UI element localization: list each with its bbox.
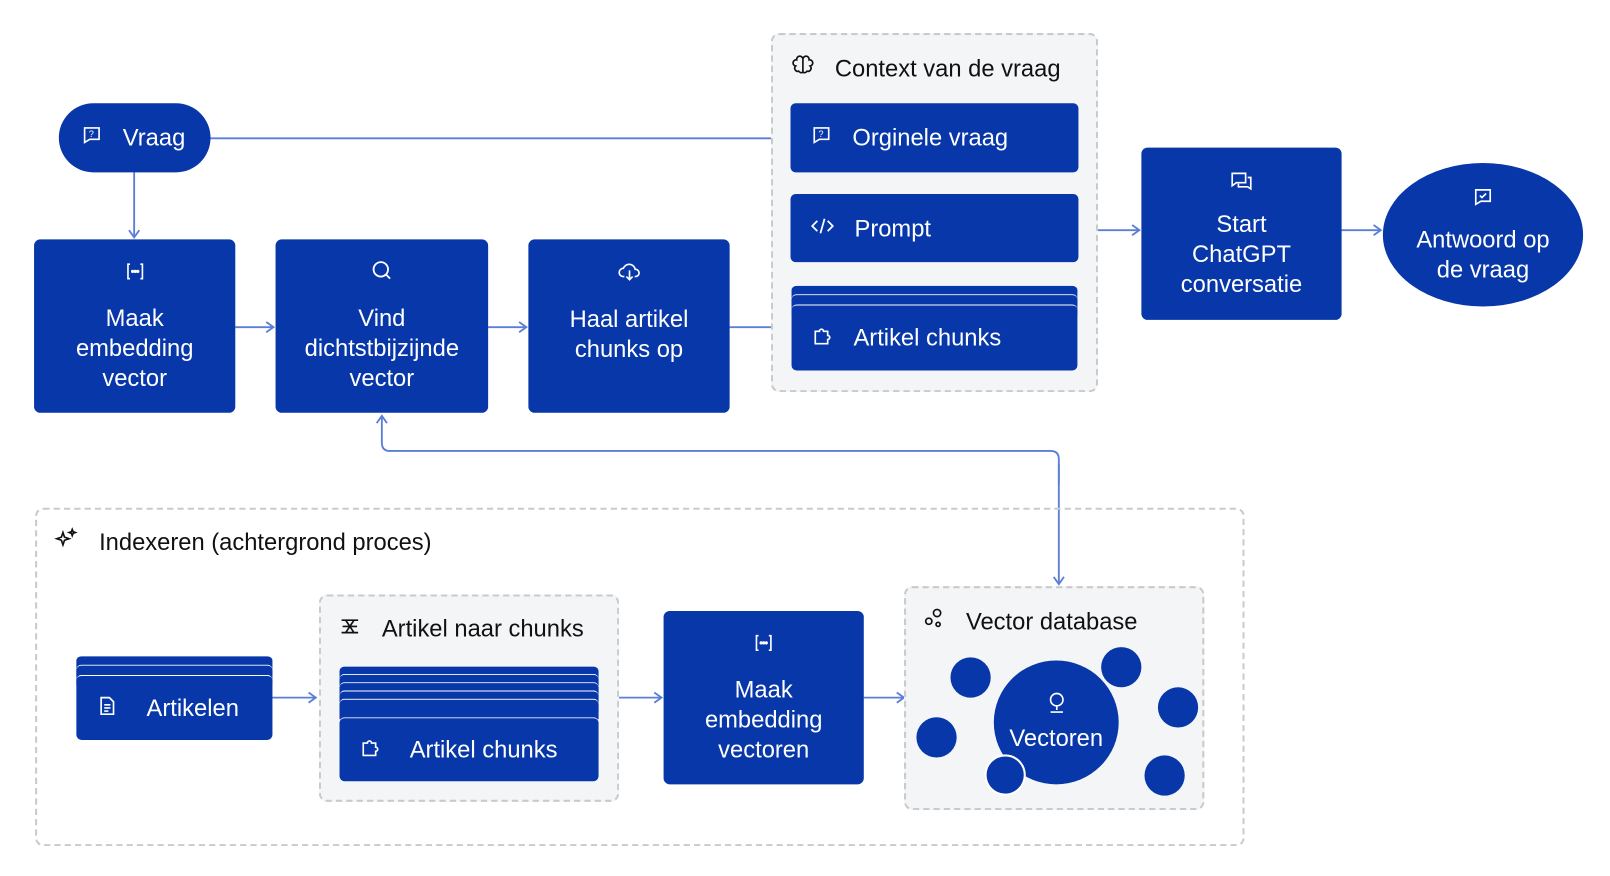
- context-article-chunks: Artikel chunks: [791, 304, 1078, 371]
- vector-dot: [950, 657, 991, 698]
- context-title: Context van de vraag: [792, 52, 1061, 85]
- chatgpt-node: Start ChatGPT conversatie: [1141, 147, 1342, 320]
- split-icon: [338, 615, 361, 643]
- step-embed-vector: Maak embedding vector: [34, 239, 236, 413]
- brain-icon: [792, 54, 815, 83]
- message-question-icon: ?: [811, 124, 832, 152]
- vector-dot: [1157, 687, 1199, 728]
- stack-layer: [339, 698, 599, 720]
- brackets-dots-icon: [753, 631, 774, 661]
- brackets-dots-icon: [124, 259, 145, 289]
- step-label: Maak embedding vector: [75, 304, 194, 392]
- sparkles-icon: [54, 527, 79, 556]
- arrow-db-to-find: [375, 414, 1060, 486]
- file-text-icon: [97, 694, 118, 722]
- vector-dot: [984, 754, 1026, 796]
- puzzle-icon: [360, 736, 381, 764]
- answer-node: Antwoord op de vraag: [1382, 163, 1584, 307]
- svg-text:?: ?: [818, 129, 823, 139]
- svg-text:?: ?: [89, 129, 94, 139]
- diagram: ? Vraag Maak embedding vector Vind dicht…: [0, 0, 1610, 876]
- context-original-question: ? Orginele vraag: [790, 103, 1079, 173]
- cloud-download-icon: [617, 260, 642, 290]
- message-check-icon: [1473, 185, 1494, 215]
- vector-dot: [916, 717, 957, 758]
- vector-dot: [1101, 647, 1142, 688]
- query-label: Vraag: [122, 123, 186, 151]
- vector-dot: [1144, 755, 1185, 796]
- code-icon: [810, 214, 835, 242]
- articles-node: Artikelen: [76, 674, 273, 740]
- context-prompt: Prompt: [790, 194, 1079, 263]
- step-label: Vind dichtstbijzijnde vector: [304, 304, 460, 392]
- location-pin-icon: [1047, 691, 1066, 721]
- chunking-title: Artikel naar chunks: [338, 612, 584, 645]
- embed-vectors-node: Maak embedding vectoren: [663, 610, 864, 785]
- chat-bubbles-icon: [1230, 169, 1253, 199]
- step-label: Haal artikel chunks op: [569, 305, 689, 363]
- chunking-article-chunks: Artikel chunks: [339, 717, 599, 782]
- indexing-title: Indexeren (achtergrond proces): [54, 525, 432, 558]
- step-fetch-chunks: Haal artikel chunks op: [528, 239, 730, 413]
- vectordb-title: Vector database: [923, 605, 1138, 638]
- step-find-nearest: Vind dichtstbijzijnde vector: [275, 239, 489, 413]
- circles-icon: [923, 607, 946, 636]
- message-question-icon: ?: [82, 124, 103, 152]
- query-node: ? Vraag: [58, 103, 211, 173]
- puzzle-icon: [812, 324, 833, 352]
- search-icon: [370, 259, 393, 289]
